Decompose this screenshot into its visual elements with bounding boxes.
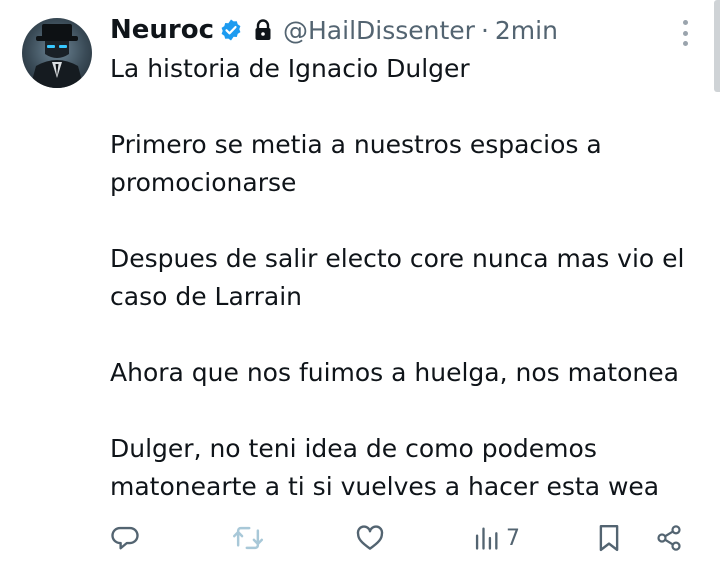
views-count: 7	[506, 525, 520, 551]
scrollbar[interactable]	[714, 0, 720, 92]
share-icon	[657, 525, 681, 551]
action-bar: 7	[0, 518, 720, 558]
header-separator: ·	[480, 15, 489, 45]
bookmark-icon	[599, 524, 619, 552]
author-name[interactable]: Neuroc	[110, 15, 214, 45]
views-chart-icon	[475, 527, 498, 550]
tweet-line: La historia de Ignacio Dulger	[110, 54, 470, 83]
tweet-line-blank	[110, 88, 710, 126]
tweet-line: Dulger, no teni idea de como podemos	[110, 434, 597, 463]
heart-icon	[356, 525, 384, 550]
tweet-line-blank	[110, 316, 710, 354]
views-button[interactable]: 7	[474, 518, 520, 558]
avatar-image	[30, 24, 84, 88]
tweet-line: promocionarse	[110, 168, 297, 197]
like-button[interactable]	[355, 518, 385, 558]
tweet-timestamp[interactable]: 2min	[495, 16, 558, 45]
author-handle[interactable]: @HailDissenter	[283, 16, 475, 45]
tweet-line: Despues de salir electo core nunca mas v…	[110, 244, 685, 273]
tweet-line-blank	[110, 392, 710, 430]
tweet-card[interactable]: Neuroc @HailDissenter · 2min La historia…	[0, 0, 720, 565]
reply-icon	[111, 526, 139, 550]
reply-button[interactable]	[110, 518, 140, 558]
tweet-line: Ahora que nos fuimos a huelga, nos maton…	[110, 358, 679, 387]
avatar[interactable]	[22, 18, 92, 88]
tweet-text: La historia de Ignacio Dulger Primero se…	[110, 50, 710, 506]
share-button[interactable]	[655, 518, 683, 558]
verified-badge-icon	[219, 18, 243, 42]
lock-icon	[253, 19, 273, 41]
tweet-line: caso de Larrain	[110, 282, 303, 311]
tweet-header: Neuroc @HailDissenter · 2min	[110, 10, 558, 50]
tweet-line: Primero se metia a nuestros espacios a	[110, 130, 602, 159]
bookmark-button[interactable]	[596, 518, 622, 558]
retweet-button[interactable]	[232, 518, 264, 558]
tweet-line-blank	[110, 202, 710, 240]
retweet-icon	[232, 526, 264, 550]
tweet-line: matonearte a ti si vuelves a hacer esta …	[110, 472, 660, 501]
more-options-icon[interactable]	[674, 20, 696, 46]
